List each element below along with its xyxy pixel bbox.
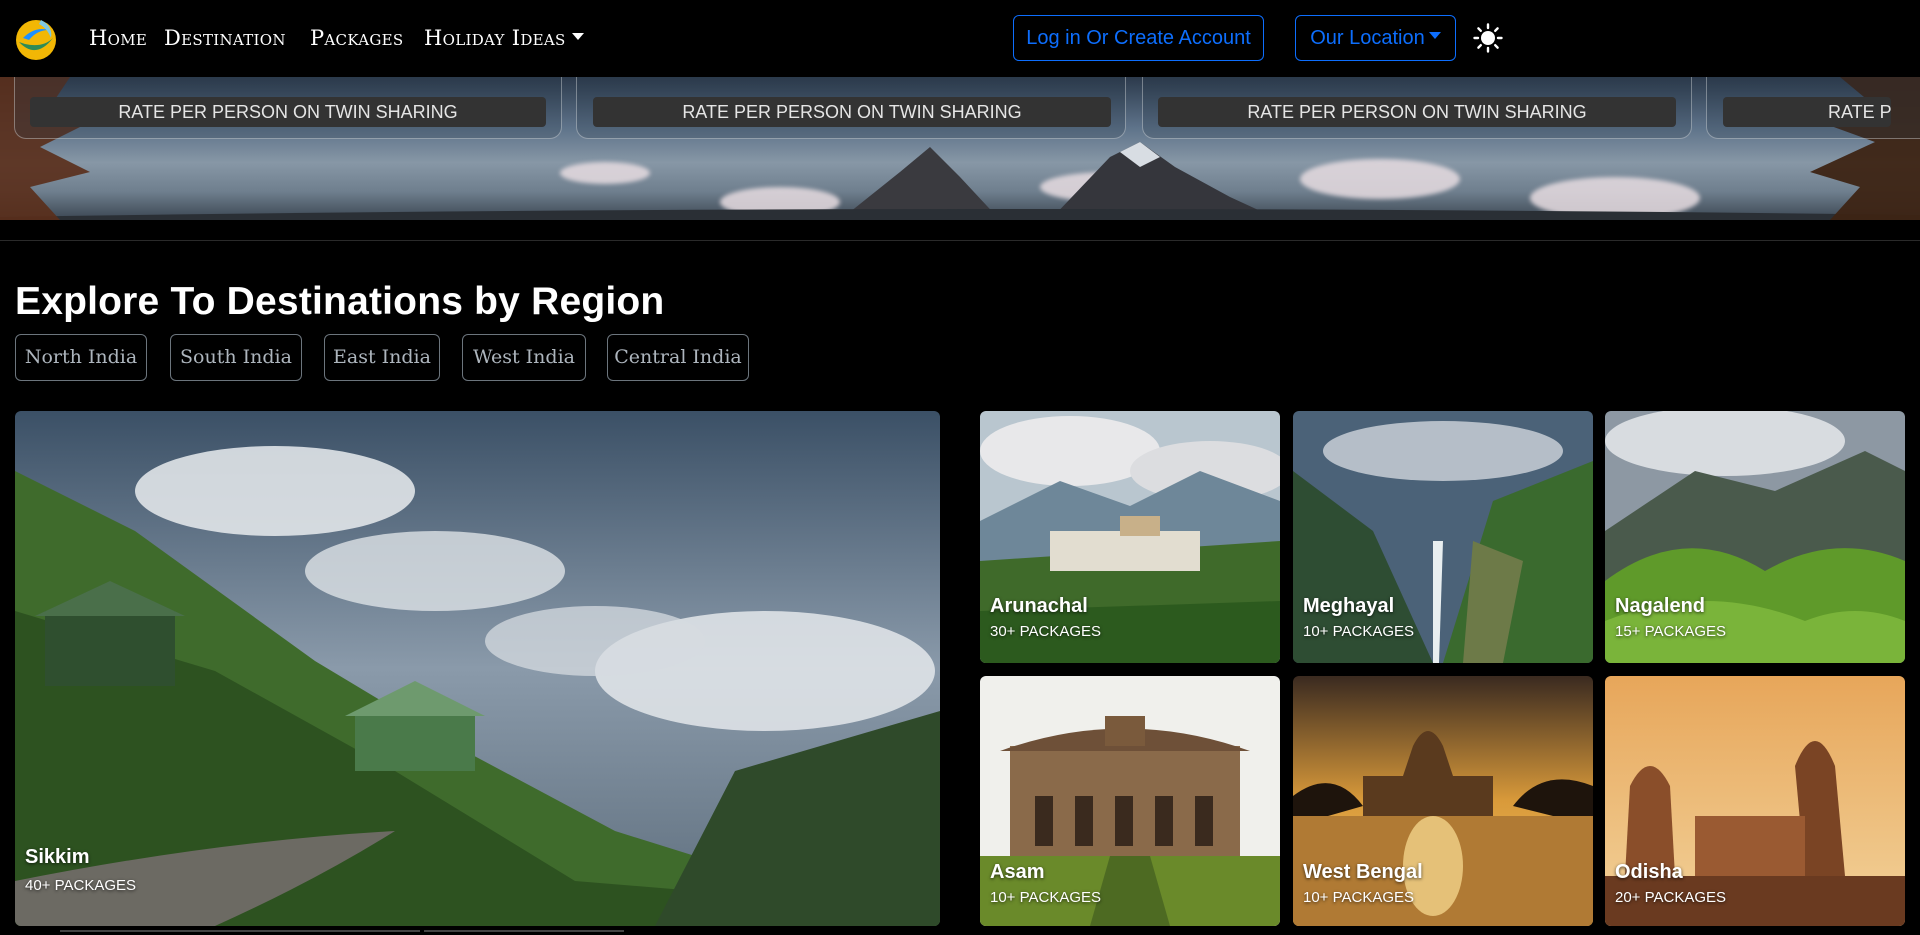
destination-package-count: 15+ PACKAGES (1615, 623, 1727, 640)
destination-name: Nagalend (1615, 595, 1706, 617)
rate-label: RATE PER PERSON ON TWIN SHARING (30, 97, 546, 127)
destination-name: West Bengal (1303, 861, 1423, 883)
destination-name: Arunachal (990, 595, 1088, 617)
destination-package-count: 10+ PACKAGES (1303, 889, 1415, 906)
navbar: Home Destination Packages Holiday Ideas … (0, 0, 1920, 77)
destination-package-count: 10+ PACKAGES (990, 889, 1102, 906)
destination-tile-west-bengal[interactable]: West Bengal 10+ PACKAGES (1293, 676, 1593, 926)
nav-packages-link[interactable]: Packages (310, 26, 403, 50)
region-west-india-button[interactable]: West India (462, 334, 586, 381)
our-location-dropdown[interactable]: Our Location (1295, 15, 1456, 61)
caret-down-icon (1428, 32, 1441, 40)
sun-icon[interactable] (1473, 23, 1503, 53)
destination-tile-arunachal[interactable]: Arunachal 30+ PACKAGES (980, 411, 1280, 663)
rate-label: RATE PE (1723, 97, 1891, 127)
region-north-india-button[interactable]: North India (15, 334, 147, 381)
destination-package-count: 30+ PACKAGES (990, 623, 1102, 640)
destination-package-count: 10+ PACKAGES (1303, 623, 1415, 640)
nav-holiday-ideas-dropdown[interactable]: Holiday Ideas (424, 26, 584, 50)
destination-name: Meghayal (1303, 595, 1395, 617)
destination-tile-asam[interactable]: Asam 10+ PACKAGES (980, 676, 1280, 926)
logo-icon[interactable] (13, 16, 59, 62)
destination-package-count: 40+ PACKAGES (25, 877, 137, 894)
section-title: Explore To Destinations by Region (15, 280, 665, 323)
nav-home-link[interactable]: Home (89, 26, 147, 50)
our-location-label: Our Location (1310, 27, 1425, 49)
destination-tile-odisha[interactable]: Odisha 20+ PACKAGES (1605, 676, 1905, 926)
section-divider (0, 240, 1920, 241)
rate-label: RATE PER PERSON ON TWIN SHARING (593, 97, 1111, 127)
destination-tile-nagalend[interactable]: Nagalend 15+ PACKAGES (1605, 411, 1905, 663)
holiday-ideas-label: Holiday Ideas (424, 26, 566, 50)
destination-tile-sikkim[interactable]: Sikkim 40+ PACKAGES (15, 411, 940, 926)
destination-name: Odisha (1615, 861, 1683, 883)
caret-down-icon (571, 33, 584, 40)
region-east-india-button[interactable]: East India (324, 334, 440, 381)
rate-label: RATE PER PERSON ON TWIN SHARING (1158, 97, 1676, 127)
destination-tile-meghayal[interactable]: Meghayal 10+ PACKAGES (1293, 411, 1593, 663)
destination-name: Asam (990, 861, 1045, 883)
scroll-indicator (424, 930, 624, 932)
nav-destination-link[interactable]: Destination (164, 26, 286, 50)
sikkim-image (15, 411, 940, 926)
scroll-indicator (60, 930, 420, 932)
region-south-india-button[interactable]: South India (170, 334, 302, 381)
login-button[interactable]: Log in Or Create Account (1013, 15, 1264, 61)
hero-banner: RATE PER PERSON ON TWIN SHARING RATE PER… (0, 77, 1920, 220)
destination-name: Sikkim (25, 846, 90, 868)
region-central-india-button[interactable]: Central India (607, 334, 749, 381)
destination-package-count: 20+ PACKAGES (1615, 889, 1727, 906)
